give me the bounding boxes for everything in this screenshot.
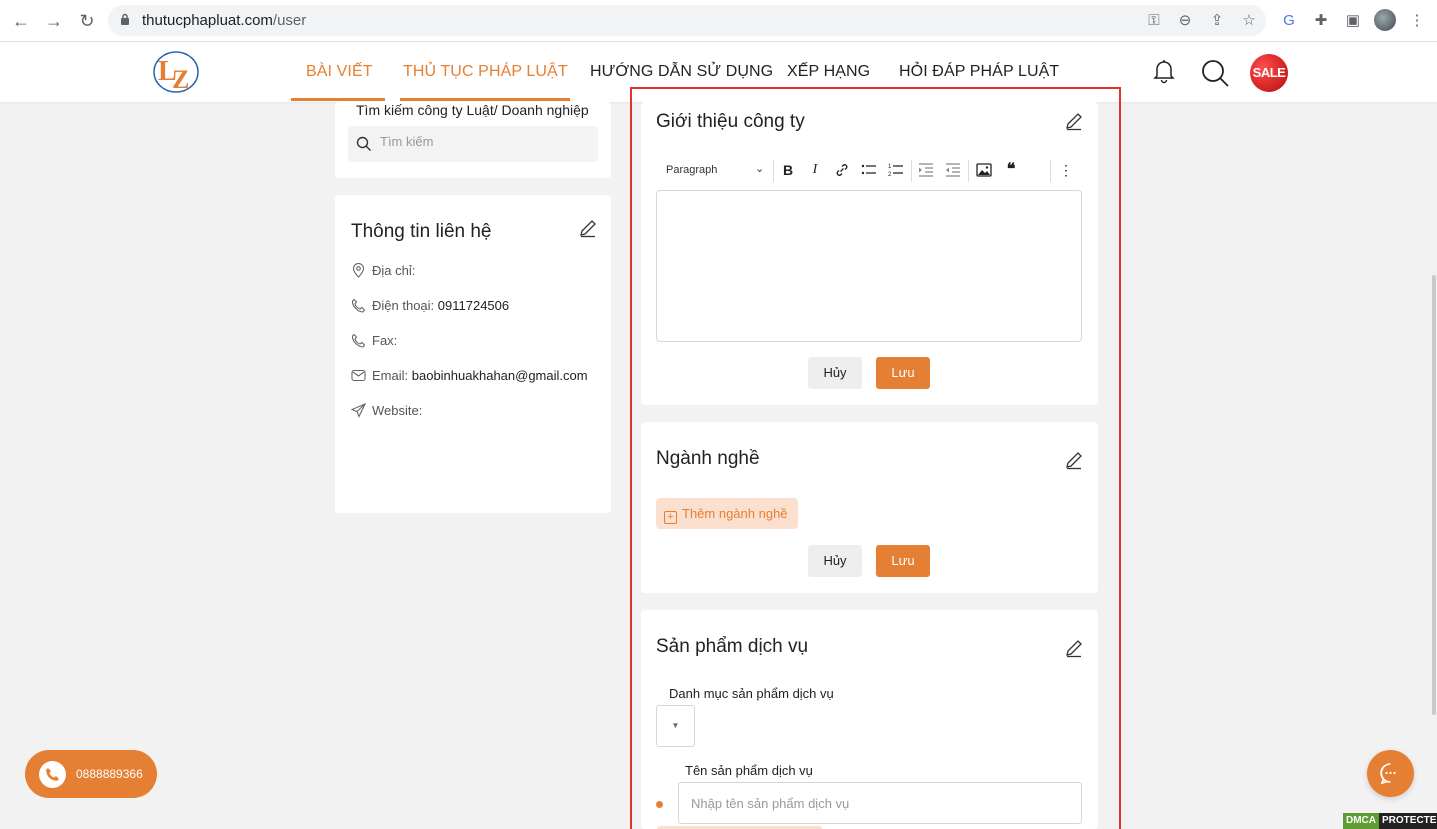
nav-xep-hang[interactable]: XẾP HẠNG [787, 63, 870, 81]
translate-icon[interactable]: G [1278, 10, 1300, 32]
site-logo[interactable]: L Z [150, 48, 202, 96]
contact-phone-value: 0911724506 [437, 298, 510, 313]
contact-website-row: Website: [351, 402, 422, 420]
nav-bai-viet[interactable]: BÀI VIẾT [306, 63, 373, 81]
page-scrollbar[interactable] [1432, 275, 1436, 715]
dmca-badge[interactable]: DMCAPROTECTED [1343, 813, 1437, 829]
kebab-menu-icon[interactable]: ⋮ [1406, 10, 1428, 32]
fax-icon [351, 333, 366, 348]
send-icon [351, 403, 366, 418]
extensions-icon[interactable]: ✚ [1310, 10, 1332, 32]
side-panel-icon[interactable]: ▣ [1342, 10, 1364, 32]
star-icon[interactable]: ☆ [1239, 11, 1259, 31]
lock-icon [121, 13, 129, 25]
chat-bubble-icon [1380, 763, 1396, 785]
contact-phone-row: Điện thoại: 0911724506 [351, 297, 509, 315]
contact-fax-row: Fax: [351, 332, 397, 350]
search-icon [356, 136, 371, 151]
chat-button[interactable] [1367, 750, 1414, 797]
company-search-input[interactable] [380, 134, 580, 149]
contact-card-title: Thông tin liên hệ [351, 221, 492, 242]
bell-icon[interactable] [1152, 58, 1176, 84]
profile-avatar[interactable] [1374, 9, 1396, 31]
contact-email-value: baobinhuakhahan@gmail.com [411, 368, 588, 383]
hotline-number: 0888889366 [76, 767, 143, 781]
edit-pencil-icon[interactable] [578, 218, 598, 238]
share-icon[interactable]: ⇪ [1207, 11, 1227, 31]
key-icon[interactable]: ⚿ [1144, 11, 1164, 31]
company-search-box[interactable] [348, 126, 598, 162]
search-card-title: Tìm kiếm công ty Luật/ Doanh nghiệp [356, 102, 589, 118]
reload-icon[interactable]: ↻ [75, 9, 99, 33]
browser-toolbar: ← → ↻ thutucphapluat.com/user ⚿ ⊖ ⇪ ☆ G … [0, 0, 1437, 42]
sale-badge[interactable]: SALE [1250, 54, 1288, 92]
nav-thu-tuc-phap-luat[interactable]: THỦ TỤC PHÁP LUẬT [403, 63, 568, 81]
search-icon[interactable] [1200, 58, 1230, 88]
url-text: thutucphapluat.com/user [142, 12, 307, 29]
phone-icon [351, 298, 366, 313]
phone-circle [39, 761, 66, 788]
address-bar[interactable]: thutucphapluat.com/user ⚿ ⊖ ⇪ ☆ [108, 5, 1266, 36]
location-pin-icon [352, 263, 365, 278]
mail-icon [351, 369, 366, 382]
company-search-card: Tìm kiếm công ty Luật/ Doanh nghiệp [335, 102, 611, 178]
forward-arrow-icon[interactable]: → [42, 9, 66, 33]
contact-email-row: Email: baobinhuakhahan@gmail.com [351, 367, 588, 385]
nav-active-underline [291, 98, 385, 101]
highlight-frame [630, 87, 1121, 829]
contact-info-card: Thông tin liên hệ Địa chỉ: Điện thoại: 0… [335, 195, 611, 513]
nav-hoi-dap-phap-luat[interactable]: HỎI ĐÁP PHÁP LUẬT [899, 63, 1059, 81]
zoom-icon[interactable]: ⊖ [1175, 11, 1195, 31]
back-arrow-icon[interactable]: ← [9, 9, 33, 33]
contact-address-row: Địa chỉ: [351, 262, 415, 280]
phone-icon [46, 768, 59, 781]
svg-text:Z: Z [172, 65, 189, 94]
hotline-button[interactable]: 0888889366 [25, 750, 157, 798]
nav-huong-dan-su-dung[interactable]: HƯỚNG DẪN SỬ DỤNG [590, 63, 773, 81]
nav-active-underline [400, 98, 570, 101]
